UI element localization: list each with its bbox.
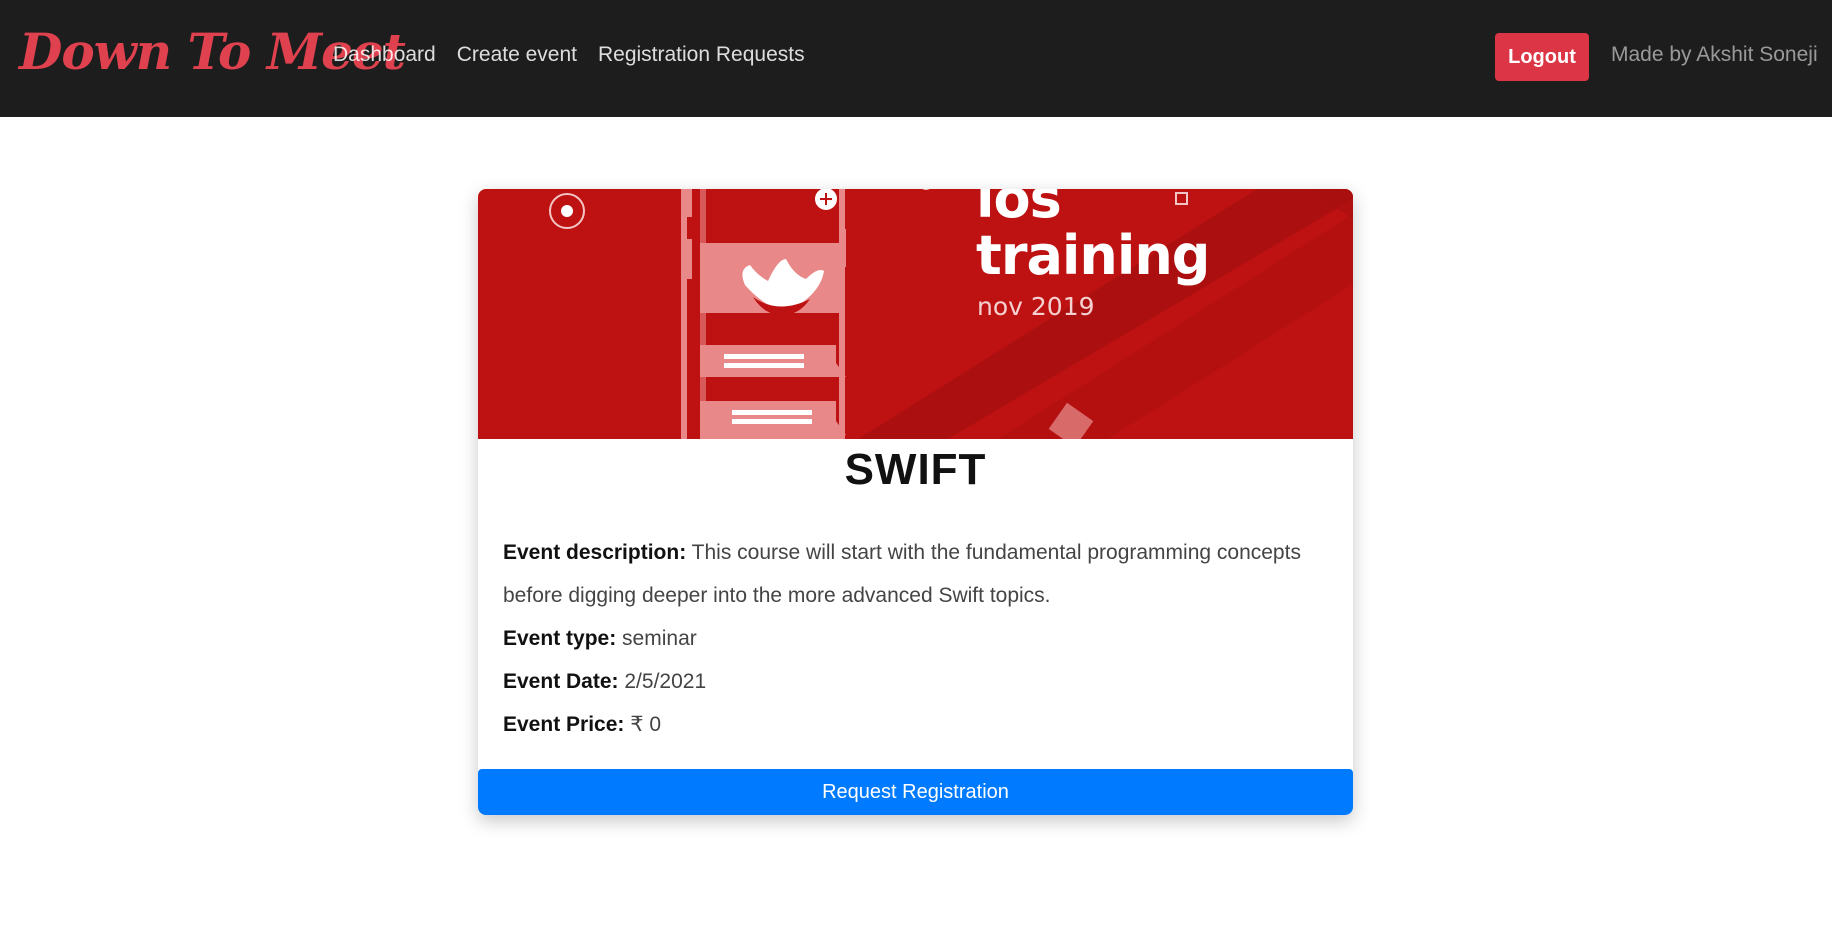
event-price-label: Event Price:	[503, 713, 625, 736]
nav-link-create-event[interactable]: Create event	[457, 43, 577, 67]
author-credit: Made by Akshit Soneji	[1611, 43, 1818, 66]
event-price: Event Price: ₹ 0	[503, 703, 1333, 746]
banner-subtitle: nov 2019	[977, 292, 1095, 321]
event-type-label: Event type:	[503, 627, 617, 650]
event-title: SWIFT	[844, 445, 987, 494]
event-type: Event type: seminar	[503, 617, 1333, 660]
event-date-value: 2/5/2021	[624, 670, 707, 693]
event-date: Event Date: 2/5/2021	[503, 660, 1333, 703]
banner-title-line2: training	[976, 224, 1210, 287]
event-type-value: seminar	[622, 627, 697, 650]
logout-button[interactable]: Logout	[1495, 33, 1589, 81]
request-registration-button[interactable]: Request Registration	[478, 769, 1353, 815]
event-banner-image: ios training nov 2019	[478, 189, 1353, 439]
nav-link-dashboard[interactable]: Dashboard	[333, 43, 436, 67]
event-card: ios training nov 2019 SWIFT Event descri…	[478, 189, 1353, 815]
event-date-label: Event Date:	[503, 670, 619, 693]
event-price-value: ₹ 0	[630, 713, 662, 736]
event-description: Event description: This course will star…	[503, 531, 1333, 617]
nav-link-registration-requests[interactable]: Registration Requests	[598, 43, 805, 67]
top-navbar: Down To Meet Dashboard Create event Regi…	[0, 0, 1832, 117]
event-details: Event description: This course will star…	[503, 531, 1333, 746]
event-description-label: Event description:	[503, 541, 687, 564]
nav-links: Dashboard Create event Registration Requ…	[333, 43, 805, 67]
ios-training-illustration	[549, 189, 1353, 439]
